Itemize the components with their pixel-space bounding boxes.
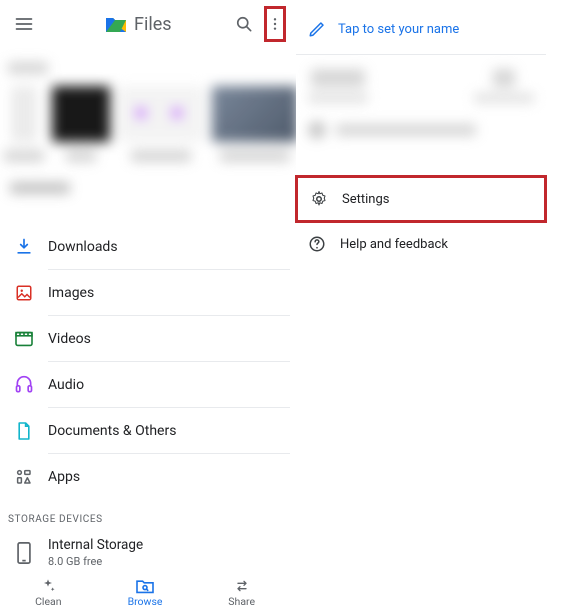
nav-share[interactable]: Share — [193, 573, 290, 613]
category-videos[interactable]: Videos — [0, 316, 290, 362]
app-title: Files — [134, 14, 172, 35]
topbar: Files — [0, 0, 290, 48]
video-icon — [10, 325, 38, 353]
category-label: Audio — [48, 362, 290, 408]
sparkle-icon — [39, 578, 57, 594]
phone-storage-icon — [10, 539, 38, 567]
category-label: Documents & Others — [48, 408, 290, 454]
files-app-screen: Files — [0, 0, 290, 613]
category-downloads[interactable]: Downloads — [0, 224, 290, 270]
app-brand: Files — [106, 14, 224, 35]
download-icon — [10, 233, 38, 261]
category-label: Downloads — [48, 224, 290, 270]
nav-browse[interactable]: Browse — [97, 573, 194, 613]
hamburger-menu-button[interactable] — [4, 4, 44, 44]
menu-label: Help and feedback — [340, 237, 448, 252]
menu-settings[interactable]: Settings — [295, 175, 547, 223]
set-name-row[interactable]: Tap to set your name — [296, 10, 546, 55]
recent-carousel-blurred — [0, 48, 290, 218]
more-vert-icon — [267, 14, 283, 34]
menu-icon — [14, 14, 34, 34]
category-apps[interactable]: Apps — [0, 454, 290, 500]
storage-subtitle: 8.0 GB free — [48, 555, 143, 568]
menu-help-feedback[interactable]: Help and feedback — [296, 223, 546, 265]
category-documents[interactable]: Documents & Others — [0, 408, 290, 454]
bottom-navigation: Clean Browse Share — [0, 573, 290, 613]
overflow-panel: Tap to set your name Settings Help and f… — [296, 10, 546, 265]
search-icon — [234, 14, 254, 34]
help-icon — [308, 235, 326, 253]
categories-list: Downloads Images Videos Audio Documents — [0, 224, 290, 500]
files-logo-icon — [106, 16, 126, 32]
storage-section-header: STORAGE DEVICES — [0, 500, 290, 531]
audio-icon — [10, 371, 38, 399]
menu-label: Settings — [342, 192, 389, 207]
nav-label: Share — [228, 595, 255, 608]
storage-title: Internal Storage — [48, 537, 143, 553]
category-label: Videos — [48, 316, 290, 362]
category-label: Images — [48, 270, 290, 316]
set-name-label: Tap to set your name — [338, 22, 459, 37]
search-button[interactable] — [224, 4, 264, 44]
document-icon — [10, 417, 38, 445]
nav-label: Browse — [128, 595, 163, 608]
category-images[interactable]: Images — [0, 270, 290, 316]
swap-icon — [233, 578, 251, 594]
apps-icon — [10, 463, 38, 491]
nav-clean[interactable]: Clean — [0, 573, 97, 613]
image-icon — [10, 279, 38, 307]
overflow-menu-button[interactable] — [264, 6, 286, 42]
folder-search-icon — [135, 578, 155, 594]
internal-storage-item[interactable]: Internal Storage 8.0 GB free — [0, 531, 290, 568]
pencil-icon — [308, 20, 326, 38]
panel-stats-blurred — [296, 55, 546, 175]
category-audio[interactable]: Audio — [0, 362, 290, 408]
nav-label: Clean — [35, 595, 61, 608]
category-label: Apps — [48, 454, 290, 500]
gear-icon — [310, 190, 328, 208]
